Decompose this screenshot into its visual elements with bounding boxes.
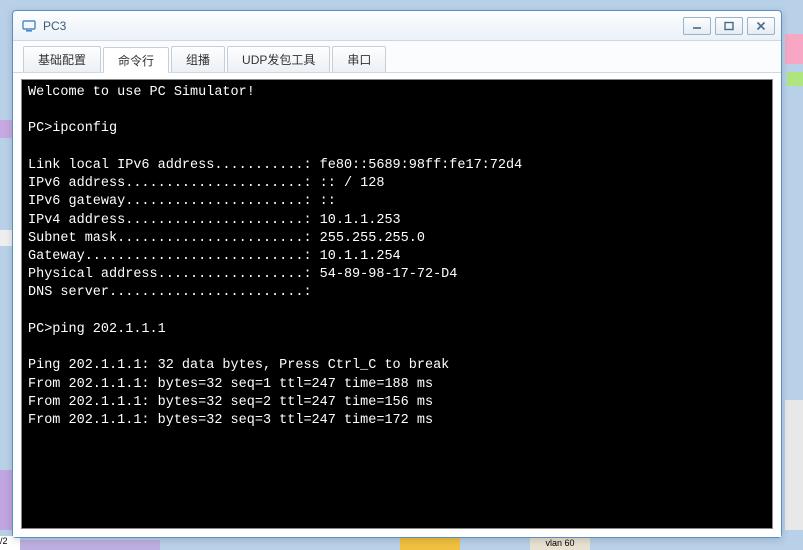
tab-udp-tool[interactable]: UDP发包工具	[227, 46, 330, 72]
close-button[interactable]	[747, 17, 775, 35]
terminal-line: Subnet mask.......................: 255.…	[28, 231, 425, 246]
terminal-line: Gateway...........................: 10.1…	[28, 249, 401, 264]
minimize-button[interactable]	[683, 17, 711, 35]
terminal-line: IPv6 address......................: :: /…	[28, 176, 384, 191]
maximize-icon	[724, 21, 734, 31]
window-title: PC3	[43, 19, 679, 33]
tab-bar: 基础配置 命令行 组播 UDP发包工具 串口	[13, 41, 781, 73]
terminal-line: From 202.1.1.1: bytes=32 seq=2 ttl=247 t…	[28, 395, 433, 410]
background-fragment	[787, 72, 803, 86]
app-icon	[21, 18, 37, 34]
terminal-line: IPv4 address......................: 10.1…	[28, 213, 401, 228]
tab-serial[interactable]: 串口	[332, 46, 386, 72]
terminal-line: Ping 202.1.1.1: 32 data bytes, Press Ctr…	[28, 358, 449, 373]
titlebar[interactable]: PC3	[13, 11, 781, 41]
minimize-icon	[692, 21, 702, 31]
terminal-line: IPv6 gateway......................: ::	[28, 194, 336, 209]
maximize-button[interactable]	[715, 17, 743, 35]
background-fragment	[785, 400, 803, 530]
terminal-line: Link local IPv6 address...........: fe80…	[28, 158, 522, 173]
background-fragment	[20, 540, 160, 550]
simulator-window: PC3 基础配置 命令行 组播 UDP发包工具 串口 Welcome to us…	[12, 10, 782, 538]
tab-multicast[interactable]: 组播	[171, 46, 225, 72]
terminal-container: Welcome to use PC Simulator! PC>ipconfig…	[13, 73, 781, 537]
close-icon	[756, 21, 766, 31]
terminal-line: Welcome to use PC Simulator!	[28, 85, 255, 100]
background-fragment: /2	[0, 536, 20, 550]
background-fragment: vlan 60	[530, 538, 590, 550]
terminal-line: DNS server........................:	[28, 285, 312, 300]
terminal-line: PC>ipconfig	[28, 121, 117, 136]
background-fragment	[785, 34, 803, 64]
terminal-line: From 202.1.1.1: bytes=32 seq=3 ttl=247 t…	[28, 413, 433, 428]
background-fragment	[0, 230, 12, 246]
terminal-line: From 202.1.1.1: bytes=32 seq=1 ttl=247 t…	[28, 377, 433, 392]
terminal-line: PC>ping 202.1.1.1	[28, 322, 166, 337]
terminal-line: Physical address..................: 54-8…	[28, 267, 457, 282]
terminal[interactable]: Welcome to use PC Simulator! PC>ipconfig…	[21, 79, 773, 529]
tab-basic-config[interactable]: 基础配置	[23, 46, 101, 72]
tab-command-line[interactable]: 命令行	[103, 47, 169, 73]
